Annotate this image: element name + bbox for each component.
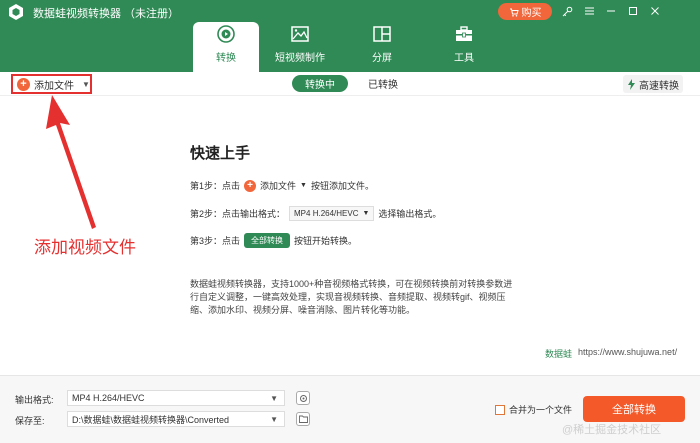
cart-icon bbox=[509, 8, 519, 17]
lightning-icon bbox=[628, 78, 635, 90]
chevron-down-icon[interactable]: ▼ bbox=[82, 80, 90, 89]
step-3: 第3步：点击 全部转换 按钮开始转换。 bbox=[190, 233, 357, 248]
toolbar: + 添加文件 ▼ 转换中 已转换 高速转换 bbox=[0, 72, 700, 96]
annotation-text: 添加视频文件 bbox=[34, 238, 136, 257]
save-to-label: 保存至: bbox=[15, 416, 45, 426]
step2-prefix: 第2步：点击输出格式： bbox=[190, 209, 286, 219]
step-1: 第1步：点击 + 添加文件 ▼ 按钮添加文件。 bbox=[190, 179, 374, 192]
tab-split-screen[interactable]: 分屏 bbox=[341, 22, 423, 72]
step1-suffix: 按钮添加文件。 bbox=[310, 181, 374, 191]
toolbox-icon bbox=[456, 26, 472, 41]
split-screen-icon bbox=[373, 26, 391, 42]
plus-icon: + bbox=[244, 179, 257, 192]
step3-convert-all[interactable]: 全部转换 bbox=[244, 233, 291, 248]
format-select-example[interactable]: MP4 H.264/HEVC ▼ bbox=[289, 206, 375, 221]
high-speed-label: 高速转换 bbox=[639, 80, 679, 92]
quickstart-title: 快速上手 bbox=[190, 145, 251, 162]
step3-prefix: 第3步：点击 bbox=[190, 236, 241, 246]
step1-prefix: 第1步：点击 bbox=[190, 181, 241, 191]
tab-converting[interactable]: 转换中 bbox=[292, 75, 348, 92]
high-speed-button[interactable]: 高速转换 bbox=[623, 75, 683, 93]
step2-suffix: 选择输出格式。 bbox=[378, 209, 442, 219]
convert-icon bbox=[217, 25, 235, 43]
minimize-icon[interactable] bbox=[600, 2, 622, 20]
merge-checkbox[interactable] bbox=[495, 404, 505, 415]
tab-tools[interactable]: 工具 bbox=[423, 22, 505, 72]
tab-short-video[interactable]: 短视频制作 bbox=[259, 22, 341, 72]
brand-name: 数据蛙 bbox=[545, 349, 573, 359]
close-icon[interactable] bbox=[644, 2, 666, 20]
settings-icon[interactable] bbox=[296, 391, 310, 405]
tab-short-video-label: 短视频制作 bbox=[275, 53, 325, 64]
key-icon[interactable] bbox=[556, 2, 578, 20]
convert-all-button[interactable]: 全部转换 bbox=[583, 396, 685, 422]
product-description: 数据蛙视频转换器，支持1000+种音视频格式转换，可在视频转换前对转换参数进行自… bbox=[190, 279, 513, 315]
image-icon bbox=[291, 26, 309, 42]
brand-footer: 数据蛙 https://www.shujuwa.net/ bbox=[545, 347, 677, 360]
step1-add-file[interactable]: 添加文件 bbox=[260, 179, 296, 192]
title-bar: 数据蛙视频转换器 （未注册） 购买 转换 短视频制作 分屏 工具 bbox=[0, 0, 700, 72]
tab-convert-label: 转换 bbox=[216, 53, 236, 64]
tab-convert[interactable]: 转换 bbox=[193, 22, 259, 72]
chevron-down-icon: ▼ bbox=[270, 414, 278, 424]
buy-label: 购买 bbox=[521, 8, 542, 19]
chevron-down-icon: ▼ bbox=[300, 182, 307, 189]
chevron-down-icon: ▼ bbox=[270, 393, 278, 403]
window-controls bbox=[556, 2, 666, 20]
watermark: @稀土掘金技术社区 bbox=[562, 424, 662, 436]
app-title: 数据蛙视频转换器 （未注册） bbox=[33, 8, 180, 20]
add-file-label: 添加文件 bbox=[34, 80, 74, 92]
brand-url[interactable]: https://www.shujuwa.net/ bbox=[578, 347, 677, 360]
annotation-arrow-icon bbox=[46, 95, 96, 229]
cube-logo-icon bbox=[9, 4, 23, 20]
buy-button[interactable]: 购买 bbox=[498, 3, 552, 20]
main-tabs: 转换 短视频制作 分屏 工具 bbox=[193, 22, 505, 72]
menu-icon[interactable] bbox=[578, 2, 600, 20]
folder-icon[interactable] bbox=[296, 412, 310, 426]
format-select-value: MP4 H.264/HEVC bbox=[294, 209, 359, 218]
step3-suffix: 按钮开始转换。 bbox=[294, 236, 358, 246]
merge-option[interactable]: 合并为一个文件 bbox=[495, 403, 572, 416]
output-format-label: 输出格式: bbox=[15, 395, 54, 405]
step-2: 第2步：点击输出格式： MP4 H.264/HEVC ▼ 选择输出格式。 bbox=[190, 206, 441, 221]
tab-converted[interactable]: 已转换 bbox=[368, 76, 398, 91]
output-format-value: MP4 H.264/HEVC bbox=[72, 393, 145, 403]
add-file-button[interactable]: + 添加文件 ▼ bbox=[11, 74, 92, 94]
save-path-value: D:\数据蛙\数据蛙视频转换器\Converted bbox=[72, 414, 230, 425]
tab-split-screen-label: 分屏 bbox=[372, 53, 392, 64]
convert-status-switch: 转换中 已转换 bbox=[292, 75, 398, 92]
tab-tools-label: 工具 bbox=[454, 53, 474, 64]
merge-label: 合并为一个文件 bbox=[509, 405, 573, 415]
output-format-select[interactable]: MP4 H.264/HEVC ▼ bbox=[67, 390, 285, 406]
save-path-select[interactable]: D:\数据蛙\数据蛙视频转换器\Converted ▼ bbox=[67, 411, 285, 427]
plus-icon: + bbox=[17, 77, 30, 91]
maximize-icon[interactable] bbox=[622, 2, 644, 20]
chevron-down-icon: ▼ bbox=[362, 210, 370, 217]
